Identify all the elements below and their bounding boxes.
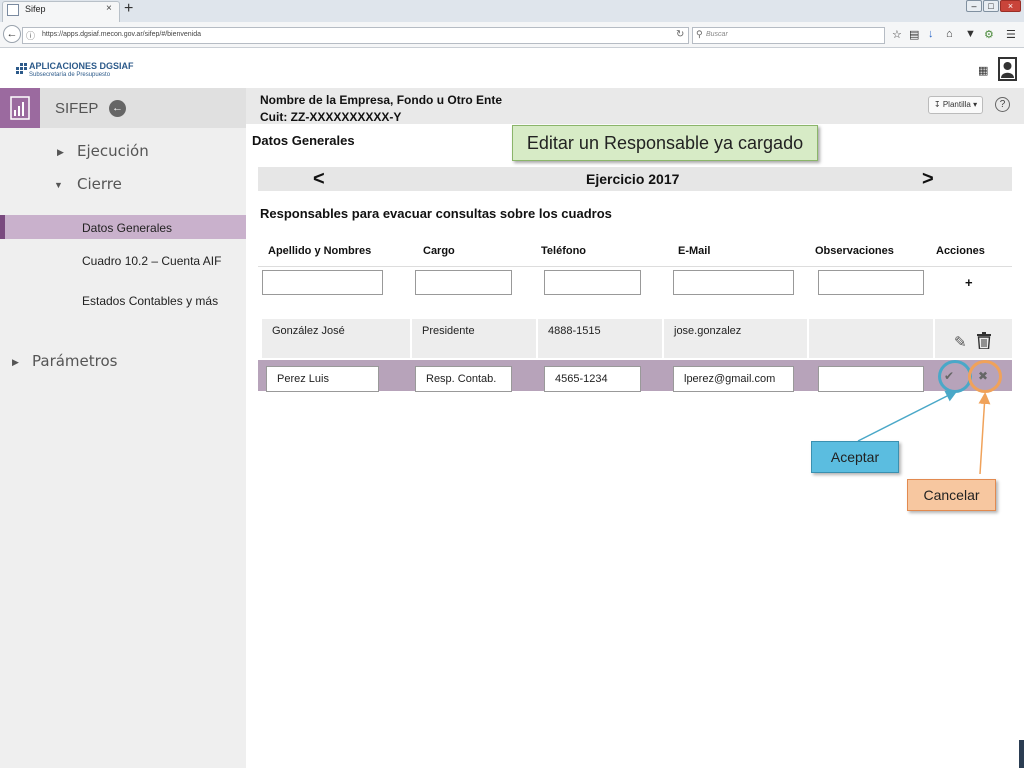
new-telefono-input[interactable] bbox=[544, 270, 641, 295]
minimize-button[interactable]: – bbox=[966, 0, 982, 12]
new-nombre-input[interactable] bbox=[262, 270, 383, 295]
arrow-aceptar bbox=[857, 390, 958, 442]
company-name: Nombre de la Empresa, Fondo u Otro Ente bbox=[260, 93, 503, 107]
edit-cargo-input[interactable]: Resp. Contab. bbox=[415, 366, 512, 392]
highlight-cancel bbox=[968, 360, 1002, 393]
home-icon[interactable]: ⌂ bbox=[946, 28, 953, 40]
new-tab-button[interactable]: + bbox=[124, 0, 133, 18]
previous-year-button[interactable]: < bbox=[313, 167, 325, 191]
arrow-cancelar bbox=[978, 392, 991, 475]
trash-icon[interactable] bbox=[977, 332, 991, 350]
table-cell bbox=[935, 319, 1012, 358]
column-header-nombre: Apellido y Nombres bbox=[268, 245, 372, 257]
caret-right-icon[interactable]: ▶ bbox=[57, 147, 64, 158]
sidebar-item-cuadro[interactable]: Cuadro 10.2 – Cuenta AIF bbox=[82, 254, 221, 268]
edit-nombre-input[interactable]: Perez Luis bbox=[266, 366, 379, 392]
plantilla-button[interactable]: ↧ Plantilla ▾ bbox=[928, 96, 983, 114]
caret-down-icon[interactable]: ▼ bbox=[54, 180, 63, 190]
new-observaciones-input[interactable] bbox=[818, 270, 924, 295]
sidebar-section-parametros[interactable]: Parámetros bbox=[32, 352, 117, 370]
new-email-input[interactable] bbox=[673, 270, 794, 295]
table-cell bbox=[809, 319, 933, 358]
clipboard-icon[interactable]: ▤ bbox=[909, 28, 919, 41]
pencil-icon[interactable]: ✎ bbox=[954, 333, 967, 351]
extension-icon[interactable]: ⚙ bbox=[984, 28, 994, 41]
row-nombre: González José bbox=[272, 325, 345, 337]
search-icon: ⚲ bbox=[696, 29, 703, 39]
sidebar-item-estados[interactable]: Estados Contables y más bbox=[82, 294, 218, 308]
row-cargo: Presidente bbox=[422, 325, 475, 337]
module-title: SIFEP bbox=[55, 100, 99, 117]
divider bbox=[258, 266, 1012, 267]
column-header-cargo: Cargo bbox=[423, 245, 455, 257]
callout-aceptar: Aceptar bbox=[811, 441, 899, 473]
logo-subtitle: Subsecretaría de Presupuesto bbox=[29, 72, 111, 78]
close-window-button[interactable]: × bbox=[1000, 0, 1021, 12]
column-header-observaciones: Observaciones bbox=[815, 245, 894, 257]
sidebar-item-label[interactable]: Datos Generales bbox=[82, 221, 172, 235]
help-icon[interactable]: ? bbox=[995, 97, 1010, 112]
year-label: Ejercicio 2017 bbox=[586, 171, 680, 187]
chevron-down-icon: ▾ bbox=[973, 100, 978, 109]
column-header-email: E-Mail bbox=[678, 245, 711, 257]
highlight-accept bbox=[938, 360, 972, 393]
download-icon: ↧ bbox=[933, 100, 941, 109]
search-placeholder[interactable]: Buscar bbox=[706, 31, 728, 38]
app-header bbox=[0, 50, 1024, 88]
callout-cancelar: Cancelar bbox=[907, 479, 996, 511]
new-cargo-input[interactable] bbox=[415, 270, 512, 295]
company-cuit: Cuit: ZZ-XXXXXXXXXX-Y bbox=[260, 110, 402, 124]
tab-title: Sifep bbox=[25, 4, 46, 14]
maximize-button[interactable]: □ bbox=[983, 0, 999, 12]
chart-icon bbox=[0, 88, 40, 128]
callout-editar: Editar un Responsable ya cargado bbox=[512, 125, 818, 161]
browser-tab[interactable] bbox=[2, 1, 120, 22]
close-tab-icon[interactable]: × bbox=[106, 3, 112, 14]
sidebar-section-ejecucion[interactable]: Ejecución bbox=[77, 142, 149, 160]
page-title: Datos Generales bbox=[252, 133, 355, 148]
star-icon[interactable]: ☆ bbox=[892, 28, 902, 41]
reload-icon[interactable]: ↻ bbox=[676, 29, 684, 40]
lock-icon[interactable]: ⓘ bbox=[26, 29, 35, 42]
plantilla-label: Plantilla bbox=[942, 100, 971, 109]
back-arrow-icon[interactable]: ← bbox=[3, 25, 21, 43]
scrollbar[interactable] bbox=[1019, 740, 1024, 768]
sidebar bbox=[0, 88, 246, 768]
apps-grid-icon[interactable]: ▦ bbox=[978, 64, 988, 77]
download-icon[interactable]: ↓ bbox=[928, 28, 934, 40]
edit-telefono-input[interactable]: 4565-1234 bbox=[544, 366, 641, 392]
active-indicator bbox=[0, 215, 5, 239]
sidebar-section-cierre[interactable]: Cierre bbox=[77, 175, 122, 193]
table-title: Responsables para evacuar consultas sobr… bbox=[260, 206, 612, 221]
row-email: jose.gonzalez bbox=[674, 325, 742, 337]
window-controls: – □ × bbox=[966, 0, 1022, 12]
column-header-acciones: Acciones bbox=[936, 245, 985, 257]
edit-observaciones-input[interactable] bbox=[818, 366, 924, 392]
user-avatar-icon[interactable] bbox=[998, 57, 1017, 81]
menu-icon[interactable]: ☰ bbox=[1006, 28, 1016, 41]
logo-title: APLICACIONES DGSIAF bbox=[29, 61, 134, 71]
next-year-button[interactable]: > bbox=[922, 167, 934, 191]
row-telefono: 4888-1515 bbox=[548, 325, 601, 337]
back-circle-icon[interactable]: ← bbox=[109, 100, 126, 117]
url-text[interactable]: https://apps.dgsiaf.mecon.gov.ar/sifep/#… bbox=[42, 31, 201, 38]
column-header-telefono: Teléfono bbox=[541, 245, 587, 257]
add-button[interactable]: + bbox=[965, 275, 973, 290]
edit-email-input[interactable]: lperez@gmail.com bbox=[673, 366, 794, 392]
browser-titlebar bbox=[0, 0, 1024, 22]
caret-right-icon[interactable]: ▶ bbox=[12, 357, 19, 368]
pocket-icon[interactable]: ▼ bbox=[965, 28, 976, 40]
page-icon bbox=[7, 4, 19, 16]
